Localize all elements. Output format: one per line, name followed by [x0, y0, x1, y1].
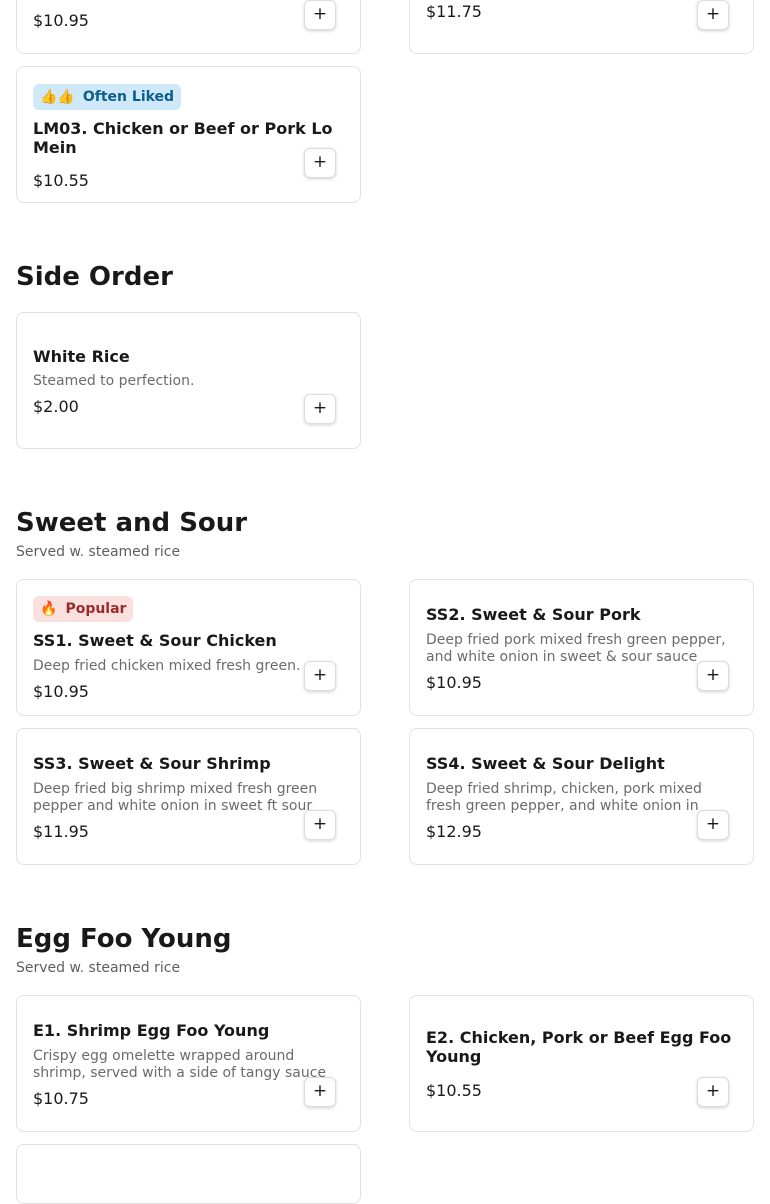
item-description: Deep fried shrimp, chicken, pork mixed f… [426, 781, 702, 814]
item-name: E2. Chicken, Pork or Beef Egg Foo Young [426, 1028, 732, 1066]
item-price: $11.75 [426, 2, 482, 21]
menu-item-card[interactable]: SS4. Sweet & Sour Delight Deep fried shr… [409, 728, 754, 865]
add-item-button[interactable]: + [304, 148, 336, 178]
menu-item-card[interactable]: $11.75 + [409, 0, 754, 54]
item-description: Steamed to perfection. [33, 373, 195, 389]
often-liked-badge: 👍👍 Often Liked [33, 84, 182, 110]
add-item-button[interactable]: + [304, 810, 336, 840]
item-price: $10.95 [33, 11, 89, 30]
add-item-button[interactable]: + [304, 661, 336, 691]
item-name: SS1. Sweet & Sour Chicken [33, 631, 277, 650]
menu-item-card[interactable]: E2. Chicken, Pork or Beef Egg Foo Young … [409, 995, 754, 1132]
item-name: SS4. Sweet & Sour Delight [426, 754, 665, 773]
section-subtitle: Served w. steamed rice [16, 544, 181, 560]
item-price: $11.95 [33, 822, 89, 841]
item-name: White Rice [33, 347, 130, 366]
item-name: LM03. Chicken or Beef or Pork Lo Mein [33, 119, 333, 157]
add-item-button[interactable]: + [304, 0, 336, 30]
menu-item-card[interactable]: E1. Shrimp Egg Foo Young Crispy egg omel… [16, 995, 361, 1132]
item-description: Crispy egg omelette wrapped around shrim… [33, 1048, 327, 1081]
item-description: Deep fried big shrimp mixed fresh green … [33, 781, 318, 814]
thumbs-up-icon: 👍👍 [40, 89, 75, 105]
menu-item-card[interactable]: 👍👍 Often Liked LM03. Chicken or Beef or … [16, 66, 361, 203]
badge-label: Often Liked [82, 89, 175, 105]
item-price: $10.75 [33, 1089, 89, 1108]
menu-item-card[interactable]: 🔥 Popular SS1. Sweet & Sour Chicken Deep… [16, 579, 361, 716]
add-item-button[interactable]: + [697, 810, 729, 840]
add-item-button[interactable]: + [697, 1077, 729, 1107]
menu-item-card[interactable] [16, 1144, 361, 1204]
add-item-button[interactable]: + [697, 0, 729, 30]
item-price: $12.95 [426, 822, 482, 841]
popular-badge: 🔥 Popular [33, 596, 134, 622]
item-name: SS2. Sweet & Sour Pork [426, 605, 641, 624]
menu-item-card[interactable]: White Rice Steamed to perfection. $2.00 … [16, 312, 361, 449]
menu-item-card[interactable]: $10.95 + [16, 0, 361, 54]
item-price: $10.95 [33, 682, 89, 701]
item-price: $10.55 [33, 171, 89, 190]
section-title-side-order: Side Order [16, 262, 173, 292]
menu-item-card[interactable]: SS2. Sweet & Sour Pork Deep fried pork m… [409, 579, 754, 716]
section-subtitle: Served w. steamed rice [16, 960, 181, 976]
badge-label: Popular [65, 601, 127, 617]
item-description: Deep fried pork mixed fresh green pepper… [426, 632, 726, 665]
item-price: $2.00 [33, 397, 79, 416]
add-item-button[interactable]: + [304, 1077, 336, 1107]
section-title-egg-foo-young: Egg Foo Young [16, 924, 232, 954]
item-name: SS3. Sweet & Sour Shrimp [33, 754, 271, 773]
item-description: Deep fried chicken mixed fresh green. [33, 658, 301, 674]
menu-item-card[interactable]: SS3. Sweet & Sour Shrimp Deep fried big … [16, 728, 361, 865]
flame-icon: 🔥 [40, 601, 58, 617]
add-item-button[interactable]: + [304, 394, 336, 424]
item-price: $10.95 [426, 673, 482, 692]
section-title-sweet-and-sour: Sweet and Sour [16, 508, 248, 538]
item-name: E1. Shrimp Egg Foo Young [33, 1021, 270, 1040]
item-price: $10.55 [426, 1081, 482, 1100]
add-item-button[interactable]: + [697, 661, 729, 691]
